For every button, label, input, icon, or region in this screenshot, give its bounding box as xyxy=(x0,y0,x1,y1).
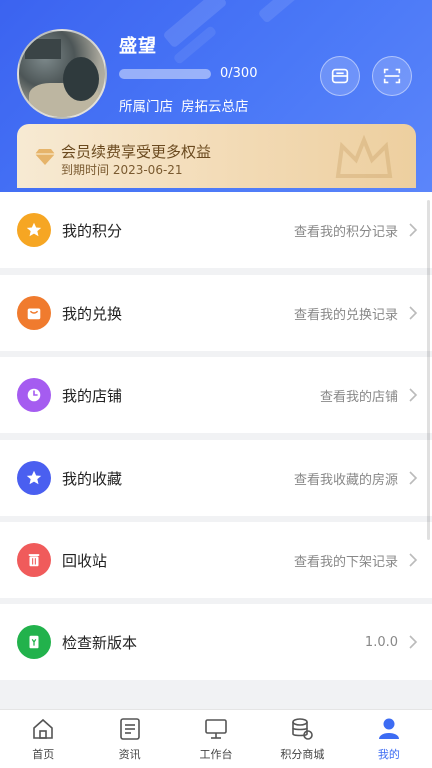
header-decoration xyxy=(257,0,313,24)
crown-icon xyxy=(335,134,393,178)
scrollbar[interactable] xyxy=(427,200,430,540)
store-name: 房拓云总店 xyxy=(181,99,249,115)
chevron-right-icon xyxy=(409,471,418,485)
menu-label: 我的兑换 xyxy=(62,304,123,323)
menu-row-favorites[interactable]: 我的收藏 查看我收藏的房源 xyxy=(0,440,432,516)
menu-row-points[interactable]: 我的积分 查看我的积分记录 xyxy=(0,192,432,268)
menu-hint: 查看我的兑换记录 xyxy=(293,307,398,323)
monitor-icon xyxy=(205,719,227,739)
tab-mine[interactable]: 我的 xyxy=(346,710,432,768)
tab-label: 首页 xyxy=(32,748,55,761)
tab-workbench[interactable]: 工作台 xyxy=(173,710,259,768)
vip-renewal-card[interactable]: 会员续费享受更多权益 到期时间 2023-06-21 xyxy=(17,124,416,188)
card-scan-button[interactable] xyxy=(320,56,360,96)
store-info: 所属门店 房拓云总店 xyxy=(119,95,249,115)
menu-label: 我的收藏 xyxy=(62,469,123,488)
points-progress-bar xyxy=(119,69,211,79)
avatar[interactable] xyxy=(17,29,107,119)
chevron-right-icon xyxy=(409,306,418,320)
card-scan-icon xyxy=(331,68,349,84)
points-icon xyxy=(17,213,51,247)
trash-icon xyxy=(17,543,51,577)
user-icon xyxy=(378,718,399,739)
bottom-tab-bar: 首页 资讯 工作台 积分商城 我的 xyxy=(0,709,432,768)
points-progress-text: 0/300 xyxy=(220,66,258,81)
tab-label: 积分商城 xyxy=(280,748,325,761)
star-icon xyxy=(17,461,51,495)
chevron-right-icon xyxy=(409,553,418,567)
tab-news[interactable]: 资讯 xyxy=(86,710,172,768)
qr-scan-icon xyxy=(383,68,401,84)
home-icon xyxy=(33,718,54,739)
menu-label: 我的积分 xyxy=(62,221,123,240)
vip-expire-date: 到期时间 2023-06-21 xyxy=(61,163,183,177)
menu-label: 检查新版本 xyxy=(62,633,138,652)
diamond-icon xyxy=(35,149,55,165)
tab-label: 工作台 xyxy=(199,748,233,761)
chevron-right-icon xyxy=(409,223,418,237)
menu-label: 回收站 xyxy=(62,551,108,570)
menu-row-exchange[interactable]: 我的兑换 查看我的兑换记录 xyxy=(0,275,432,351)
menu-row-store[interactable]: 我的店铺 查看我的店铺 xyxy=(0,357,432,433)
menu-row-check-update[interactable]: 检查新版本 1.0.0 xyxy=(0,604,432,680)
username: 盛望 xyxy=(119,36,157,57)
version-text: 1.0.0 xyxy=(364,634,398,650)
tab-points-mall[interactable]: 积分商城 xyxy=(259,710,345,768)
update-icon xyxy=(17,625,51,659)
menu-label: 我的店铺 xyxy=(62,386,123,405)
news-icon xyxy=(119,718,140,740)
tab-label: 我的 xyxy=(377,748,400,761)
store-label: 所属门店 xyxy=(119,99,173,115)
chevron-right-icon xyxy=(409,388,418,402)
qr-scan-button[interactable] xyxy=(372,56,412,96)
menu-hint: 查看我收藏的房源 xyxy=(293,472,398,488)
menu-row-recycle-bin[interactable]: 回收站 查看我的下架记录 xyxy=(0,522,432,598)
tab-label: 资讯 xyxy=(118,748,141,761)
tab-home[interactable]: 首页 xyxy=(0,710,86,768)
menu-hint: 查看我的下架记录 xyxy=(293,554,398,570)
menu-hint: 查看我的店铺 xyxy=(319,389,398,405)
coins-icon xyxy=(292,718,314,740)
clock-icon xyxy=(17,378,51,412)
bag-icon xyxy=(17,296,51,330)
chevron-right-icon xyxy=(409,635,418,649)
vip-title: 会员续费享受更多权益 xyxy=(61,143,212,161)
menu-hint: 查看我的积分记录 xyxy=(293,224,398,240)
